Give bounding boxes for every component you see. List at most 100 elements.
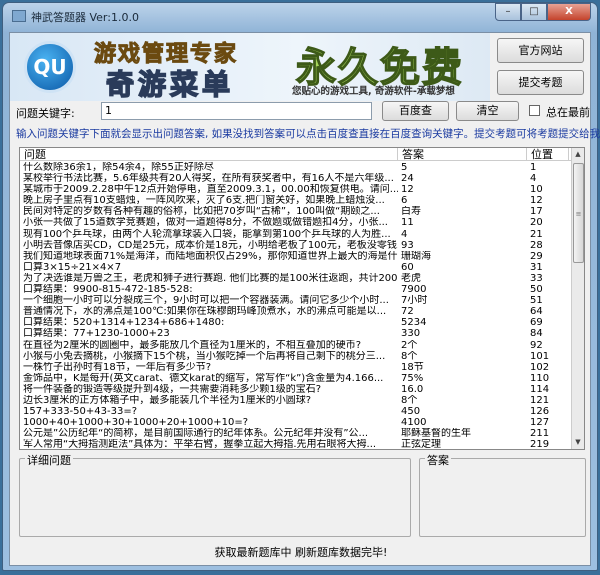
table-row[interactable]: 公元是”公历纪年“的简称，是目前国际通行的纪年体系。公元纪年并没有”公... 耶稣… [20, 428, 573, 439]
detail-answer-box: 答案 [419, 452, 586, 537]
cell-question: 现有100个乒乓球，由两个人轮流拿球装入口袋，能拿到第100个乒乓球的人为胜..… [23, 228, 391, 240]
maximize-button[interactable]: □ [521, 3, 547, 21]
cell-question: 普通情况下，水的沸点是100℃:如果你在珠穆朗玛峰顶煮水，水的沸点可能是以... [23, 306, 387, 318]
scroll-down-icon[interactable]: ▼ [572, 436, 584, 449]
cell-question: 小张一共做了15道数学竞赛题，做对一道题得8分，不做题或做错题扣4分，小张... [23, 217, 388, 229]
app-icon [12, 10, 26, 22]
cell-position: 110 [530, 372, 550, 384]
column-header-question[interactable]: 问题 [20, 148, 398, 161]
table-row[interactable]: 口算3×15÷21×4×7 60 31 [20, 262, 573, 273]
cell-position: 126 [530, 406, 550, 418]
table-row[interactable]: 普通情况下，水的沸点是100℃:如果你在珠穆朗玛峰顶煮水，水的沸点可能是以...… [20, 306, 573, 317]
table-row[interactable]: 1000+40+1000+30+1000+20+1000+10=? 4100 127 [20, 417, 573, 428]
table-row[interactable]: 为了决选谁是万兽之王，老虎和狮子进行赛跑. 他们比赛的是100米往返跑，共计20… [20, 273, 573, 284]
table-row[interactable]: 口算结果：9900-815-472-185-528: 7900 50 [20, 284, 573, 295]
table-row[interactable]: 口算结果：520+1314+1234+686+1480: 5234 69 [20, 317, 573, 328]
detail-question-label: 详细问题 [25, 452, 73, 468]
cell-position: 20 [530, 217, 543, 229]
title-bar[interactable]: 神武答题器 Ver:1.0.0 – □ X [3, 3, 597, 31]
cell-position: 1 [530, 162, 537, 173]
cell-question: 民间对特定的岁数有各种有趣的俗称，比如把70岁叫“古稀”，100叫做“期颐之..… [23, 206, 380, 218]
keyword-label: 问题关键字: [16, 107, 75, 120]
app-window: 神武答题器 Ver:1.0.0 – □ X QU 游戏管理专家 奇游菜单 永久免… [2, 2, 600, 571]
cell-answer: 12 [401, 184, 414, 196]
cell-position: 92 [530, 339, 543, 351]
cell-answer: 60 [401, 261, 414, 273]
table-row[interactable]: 民间对特定的岁数有各种有趣的俗称，比如把70岁叫“古稀”，100叫做“期颐之..… [20, 206, 573, 217]
vertical-scrollbar[interactable]: ▲ ≡ ▼ [571, 148, 584, 449]
cell-position: 101 [530, 350, 550, 362]
table-row[interactable]: 金饰品中，K是每开(英文carat、德文karat的缩写，常写作“k”)含金量为… [20, 373, 573, 384]
table-row[interactable]: 在直径为2厘米的圆圈中，最多能放几个直径为1厘米的，不相互叠加的硬币? 2个 92 [20, 340, 573, 351]
always-on-top-checkbox[interactable] [529, 105, 540, 116]
table-row[interactable]: 我们知道地球表面71%是海洋，而陆地面积仅占29%，那你知道世界上最大的海是什.… [20, 251, 573, 262]
scroll-up-icon[interactable]: ▲ [572, 148, 584, 161]
cell-answer: 75% [401, 372, 424, 384]
cell-position: 69 [530, 317, 543, 329]
table-row[interactable]: 157+333-50+43-33=? 450 126 [20, 406, 573, 417]
cell-answer: 8个 [401, 350, 418, 362]
scroll-thumb[interactable]: ≡ [573, 163, 584, 263]
column-header-answer[interactable]: 答案 [398, 148, 527, 161]
detail-question-box: 详细问题 [19, 452, 411, 537]
clear-button[interactable]: 清空 [456, 101, 519, 121]
cell-question: 边长3厘米的正方体箱子中，最多能装几个半径为1厘米的小圆球? [23, 394, 312, 406]
cell-answer: 450 [401, 406, 421, 418]
table-row[interactable]: 小张一共做了15道数学竞赛题，做对一道题得8分，不做题或做错题扣4分，小张...… [20, 217, 573, 228]
table-body: 什么数除36余1，除54余4，除55正好除尽 5 1 某校举行书法比赛，5.6年级共有… [20, 162, 573, 449]
cell-answer: 耶稣基督的生年 [401, 428, 471, 440]
cell-answer: 93 [401, 239, 414, 251]
banner: QU 游戏管理专家 奇游菜单 永久免费 您贴心的游戏工具, 奇游软件-承载梦想 [10, 33, 490, 102]
cell-answer: 18节 [401, 361, 424, 373]
cell-position: 29 [530, 250, 543, 262]
keyword-input[interactable]: 1 [101, 102, 372, 120]
cell-answer: 8个 [401, 394, 418, 406]
cell-answer: 6 [401, 195, 408, 207]
table-row[interactable]: 一株竹子出孙时有18节，一年后有多少节? 18节 102 [20, 362, 573, 373]
table-row[interactable]: 什么数除36余1，除54余4，除55正好除尽 5 1 [20, 162, 573, 173]
cell-position: 84 [530, 328, 543, 340]
cell-answer: 5234 [401, 317, 427, 329]
column-header-position[interactable]: 位置 [527, 148, 569, 161]
table-row[interactable]: 晚上房子里点有10支蜡烛，一阵风吹来，灭了6支.把门窗关好，如果晚上蜡烛没...… [20, 195, 573, 206]
cell-question: 口算结果：77+1230-1000+23 [23, 328, 170, 340]
cell-question: 我们知道地球表面71%是海洋，而陆地面积仅占29%，那你知道世界上最大的海是什.… [23, 250, 398, 262]
cell-question: 晚上房子里点有10支蜡烛，一阵风吹来，灭了6支.把门窗关好，如果晚上蜡烛没... [23, 195, 385, 207]
cell-answer: 72 [401, 306, 414, 318]
question-table: 问题 答案 位置 什么数除36余1，除54余4，除55正好除尽 5 1 某校举行书法比… [19, 147, 585, 450]
cell-question: 某城市于2009.2.28中午12点开始停电，直至2009.3.1，00.00和… [23, 184, 398, 196]
table-row[interactable]: 口算结果：77+1230-1000+23 330 84 [20, 328, 573, 339]
close-button[interactable]: X [547, 3, 591, 21]
client-area: QU 游戏管理专家 奇游菜单 永久免费 您贴心的游戏工具, 奇游软件-承载梦想 … [9, 32, 600, 566]
cell-answer: 24 [401, 173, 414, 185]
always-on-top-label: 总在最前 [546, 106, 590, 119]
table-row[interactable]: 军人常用“大拇指测距法”具体为：平举右臂，握拳立起大拇指.先用右眼将大拇... 正… [20, 439, 573, 449]
cell-position: 33 [530, 272, 543, 284]
cell-answer: 5 [401, 162, 408, 173]
minimize-button[interactable]: – [495, 3, 521, 21]
cell-question: 为了决选谁是万兽之王，老虎和狮子进行赛跑. 他们比赛的是100米往返跑，共计20… [23, 272, 398, 284]
official-site-button[interactable]: 官方网站 [497, 38, 584, 63]
info-text: 输入问题关键字下面就会显示出问题答案, 如果没找到答案可以点击百度查直接在百度查… [16, 128, 600, 140]
cell-question: 什么数除36余1，除54余4，除55正好除尽 [23, 162, 214, 173]
table-row[interactable]: 某校举行书法比赛，5.6年级共有20人得奖，在所有获奖者中，有16人不是六年级.… [20, 173, 573, 184]
cell-question: 某校举行书法比赛，5.6年级共有20人得奖，在所有获奖者中，有16人不是六年级.… [23, 173, 394, 185]
table-row[interactable]: 小猴与小兔去摘桃，小猴摘下15个桃，当小猴吃掉一个后再将自己剩下的桃分三... 8… [20, 351, 573, 362]
cell-answer: 4100 [401, 417, 427, 429]
cell-question: 一个细胞一小时可以分裂成三个，9小时可以把一个容器装满。请问它多少个小时... [23, 295, 389, 307]
window-title: 神武答题器 Ver:1.0.0 [31, 11, 139, 24]
cell-answer: 7小时 [401, 295, 428, 307]
cell-question: 口算结果：520+1314+1234+686+1480: [23, 317, 225, 329]
cell-question: 口算3×15÷21×4×7 [23, 261, 122, 273]
table-row[interactable]: 将一件装备的锻造等级提升到4级，一共需要消耗多少颗1级的宝石? 16.0 114 [20, 384, 573, 395]
table-row[interactable]: 小明去音像店买CD，CD是25元，成本价是18元，小明给老板了100元，老板没零… [20, 240, 573, 251]
table-row[interactable]: 现有100个乒乓球，由两个人轮流拿球装入口袋，能拿到第100个乒乓球的人为胜..… [20, 229, 573, 240]
table-row[interactable]: 一个细胞一小时可以分裂成三个，9小时可以把一个容器装满。请问它多少个小时... 7… [20, 295, 573, 306]
cell-position: 127 [530, 417, 550, 429]
cell-position: 28 [530, 239, 543, 251]
cell-position: 50 [530, 284, 543, 296]
baidu-search-button[interactable]: 百度查 [382, 101, 449, 121]
table-row[interactable]: 某城市于2009.2.28中午12点开始停电，直至2009.3.1，00.00和… [20, 184, 573, 195]
submit-question-button[interactable]: 提交考题 [497, 70, 584, 95]
table-row[interactable]: 边长3厘米的正方体箱子中，最多能装几个半径为1厘米的小圆球? 8个 121 [20, 395, 573, 406]
